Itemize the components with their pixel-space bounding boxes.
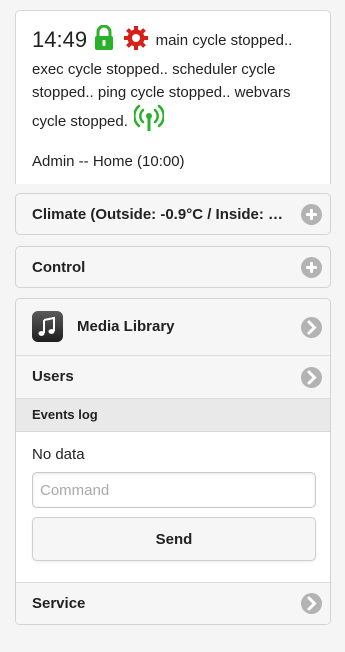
status-card: 14:49 main cycle stopped.. exec cycle st… xyxy=(15,10,331,184)
signal-antenna-icon xyxy=(133,104,165,139)
plus-icon[interactable] xyxy=(301,257,322,278)
chevron-right-icon xyxy=(301,317,322,338)
no-data-text: No data xyxy=(32,446,85,463)
chevron-right-icon xyxy=(301,593,322,614)
events-log-content: No data Send xyxy=(16,432,330,582)
service-label: Service xyxy=(32,595,86,612)
gear-icon xyxy=(123,25,149,58)
send-button[interactable]: Send xyxy=(32,517,316,561)
climate-collapsible[interactable]: Climate (Outside: -0.9°C / Inside: 23°C) xyxy=(15,193,331,235)
climate-label: Climate (Outside: -0.9°C / Inside: 23°C) xyxy=(32,206,287,223)
list-item-service[interactable]: Service xyxy=(16,582,330,624)
command-input[interactable] xyxy=(32,472,316,508)
status-text: 14:49 main cycle stopped.. exec cycle st… xyxy=(32,24,324,139)
menu-list: Media Library Users Events log No data S… xyxy=(15,298,331,625)
events-log-divider: Events log xyxy=(16,399,330,432)
list-item-users[interactable]: Users xyxy=(16,356,330,399)
clock-time: 14:49 xyxy=(32,27,88,52)
music-note-icon xyxy=(32,311,63,342)
list-item-media-library[interactable]: Media Library xyxy=(16,299,330,356)
users-label: Users xyxy=(32,368,74,385)
lock-icon xyxy=(93,24,115,58)
control-label: Control xyxy=(32,259,86,276)
user-location-line: Admin -- Home (10:00) xyxy=(32,153,185,170)
control-collapsible[interactable]: Control xyxy=(15,246,331,288)
media-library-label: Media Library xyxy=(77,318,175,335)
chevron-right-icon xyxy=(301,367,322,388)
plus-icon[interactable] xyxy=(301,204,322,225)
events-log-heading: Events log xyxy=(32,407,98,422)
